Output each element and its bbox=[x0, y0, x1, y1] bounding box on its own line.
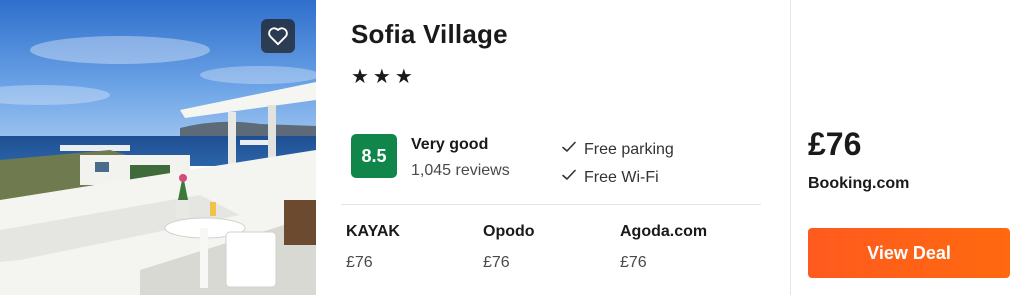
favorite-button[interactable] bbox=[261, 19, 295, 53]
provider-name: Opodo bbox=[483, 223, 535, 240]
provider-price: £76 bbox=[346, 254, 373, 271]
amenity-item: Free parking bbox=[561, 140, 674, 159]
column-divider bbox=[790, 0, 791, 295]
star-rating: ★★★ bbox=[351, 64, 417, 88]
hotel-name[interactable]: Sofia Village bbox=[351, 19, 508, 50]
view-deal-button[interactable]: View Deal bbox=[808, 228, 1010, 278]
section-divider bbox=[341, 204, 761, 205]
rating-label: Very good bbox=[411, 136, 489, 153]
provider-offer-agoda[interactable]: Agoda.com £76 bbox=[620, 223, 750, 272]
rating-score-badge: 8.5 bbox=[351, 134, 397, 178]
amenity-item: Free Wi-Fi bbox=[561, 168, 659, 187]
review-count[interactable]: 1,045 reviews bbox=[411, 162, 510, 180]
check-icon bbox=[561, 168, 577, 187]
amenity-label: Free parking bbox=[584, 140, 674, 158]
hotel-result-card[interactable]: Sofia Village ★★★ 8.5 Very good 1,045 re… bbox=[0, 0, 1024, 295]
check-icon bbox=[561, 140, 577, 159]
amenity-label: Free Wi-Fi bbox=[584, 168, 659, 186]
provider-name: Agoda.com bbox=[620, 223, 708, 240]
provider-offer-kayak[interactable]: KAYAK £76 bbox=[346, 223, 476, 272]
provider-price: £76 bbox=[483, 254, 510, 271]
provider-offer-opodo[interactable]: Opodo £76 bbox=[483, 223, 613, 272]
best-price: £76 bbox=[808, 126, 862, 162]
best-price-provider: Booking.com bbox=[808, 175, 910, 192]
provider-price: £76 bbox=[620, 254, 647, 271]
provider-name: KAYAK bbox=[346, 223, 400, 240]
heart-icon bbox=[267, 26, 289, 46]
hotel-photo[interactable] bbox=[0, 0, 316, 295]
